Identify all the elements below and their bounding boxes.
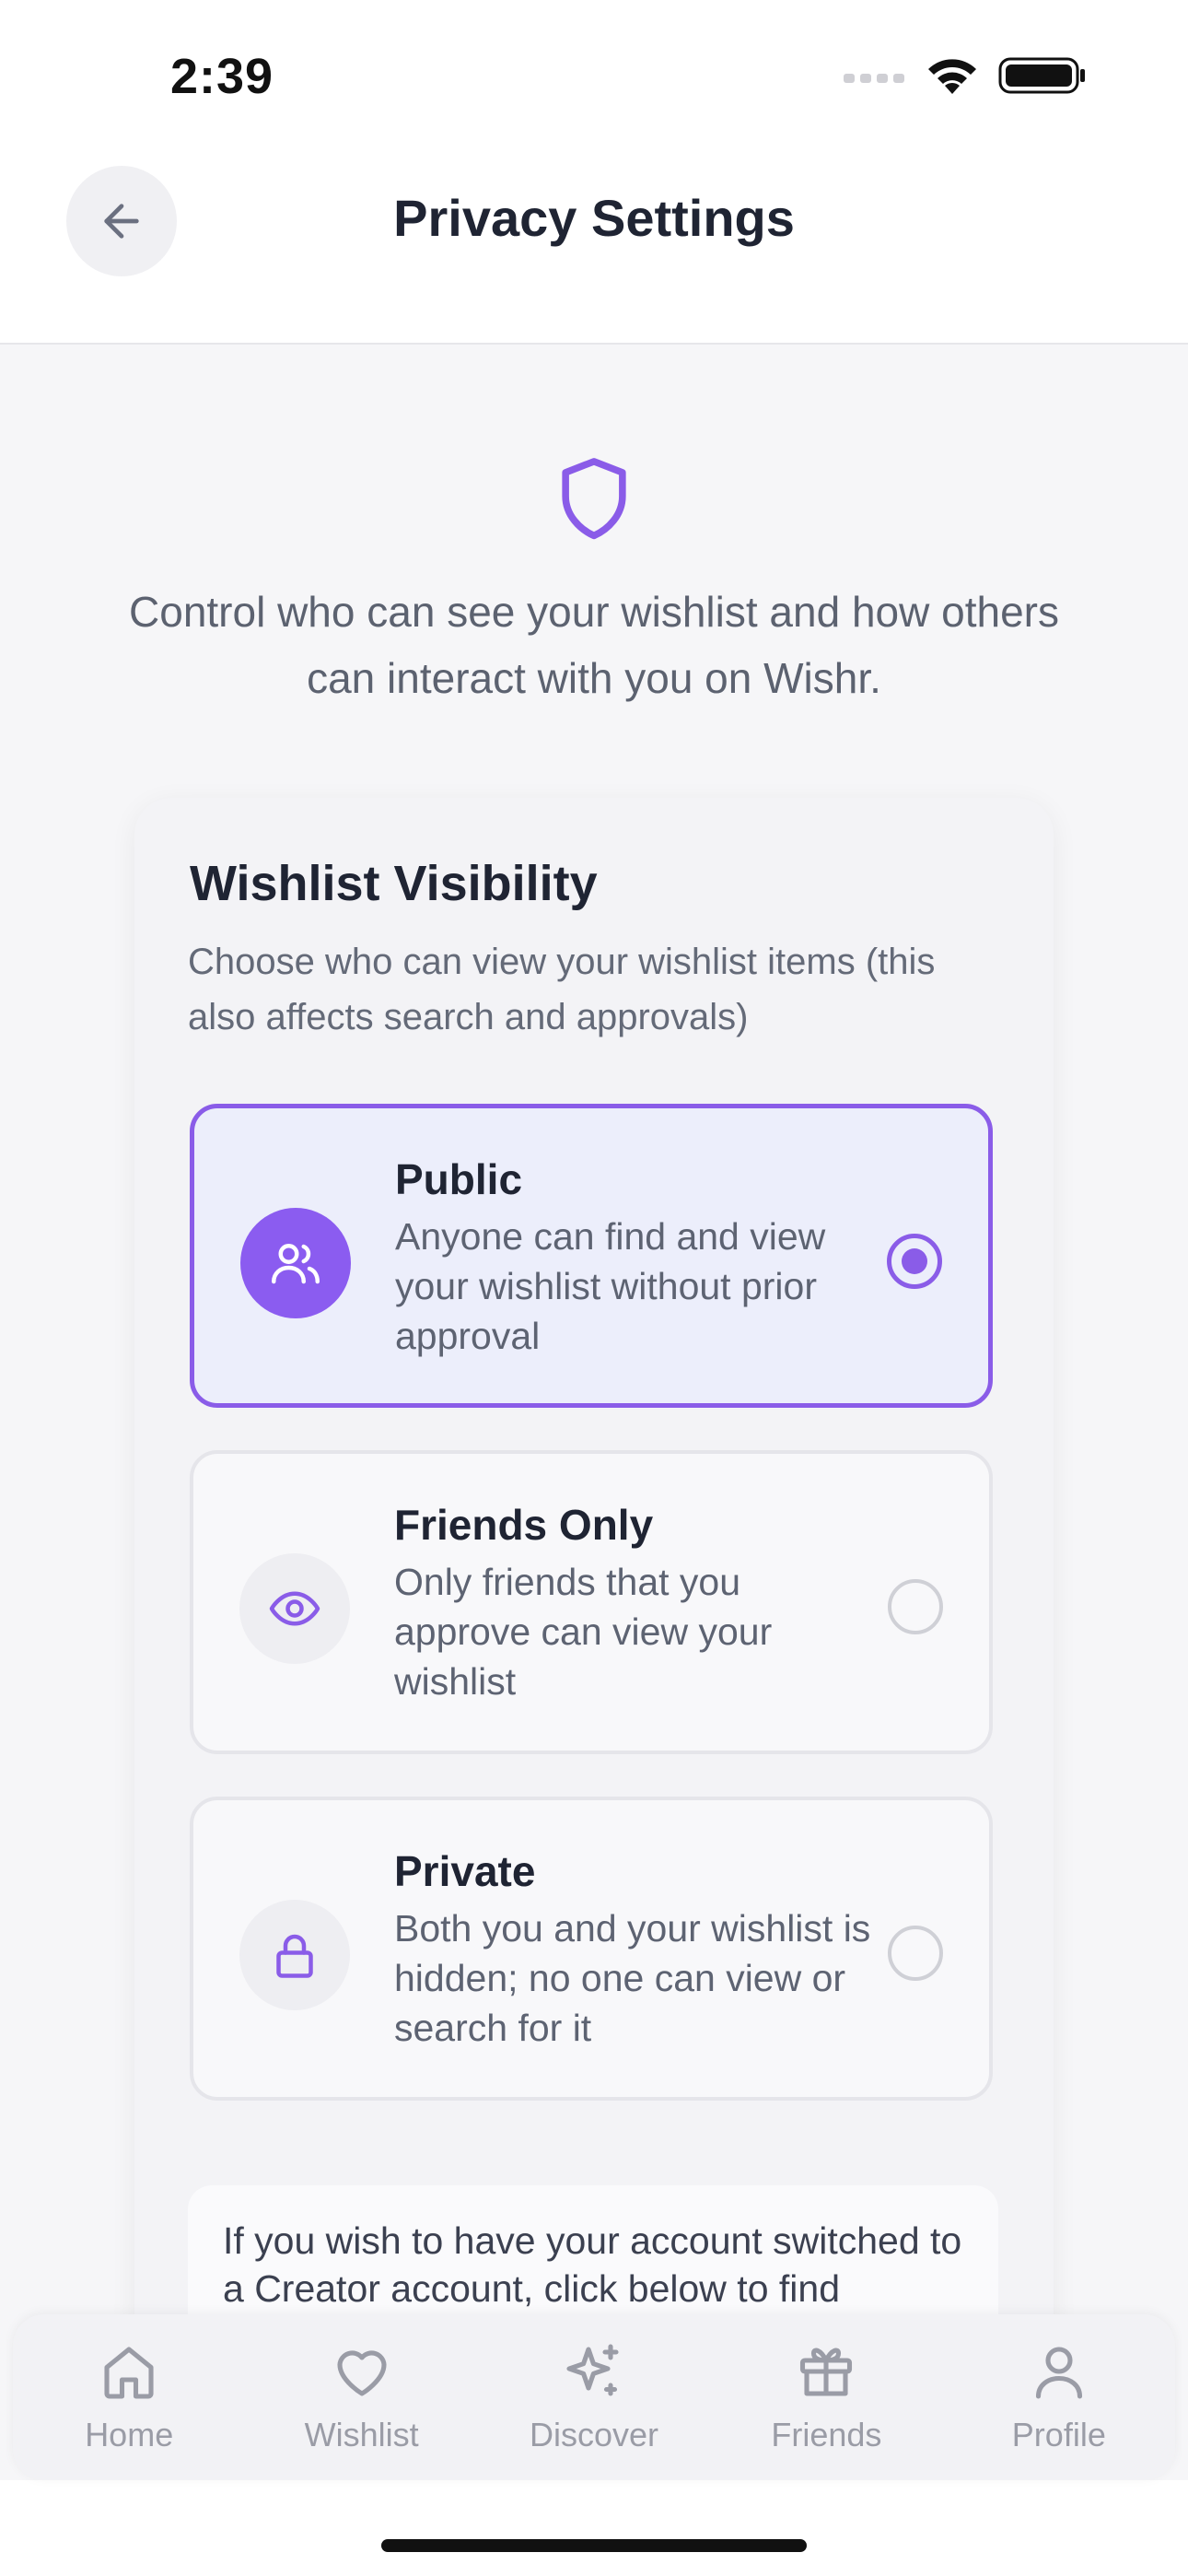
radio-friends-only[interactable] (888, 1579, 943, 1634)
tab-home[interactable]: Home (13, 2314, 245, 2480)
option-title: Friends Only (394, 1501, 654, 1549)
tab-wishlist[interactable]: Wishlist (245, 2314, 477, 2480)
option-icon (239, 1900, 350, 2010)
wifi-icon (928, 59, 976, 94)
option-description: Only friends that you approve can view y… (394, 1561, 773, 1703)
battery-icon (998, 57, 1085, 94)
person-icon (1035, 2347, 1082, 2399)
status-icons (844, 55, 1087, 96)
option-description: Both you and your wishlist is hidden; no… (394, 1907, 871, 2049)
radio-private[interactable] (888, 1926, 943, 1981)
gift-icon (800, 2348, 853, 2396)
visibility-card: Wishlist Visibility Choose who can view … (134, 798, 1054, 2370)
intro-text: Control who can see your wishlist and ho… (129, 588, 1059, 702)
tab-profile[interactable]: Profile (943, 2314, 1175, 2480)
heart-icon (337, 2350, 387, 2396)
home-icon (104, 2347, 154, 2399)
tab-label: Wishlist (304, 2416, 419, 2453)
shield-icon (562, 458, 626, 540)
tab-label: Profile (1011, 2416, 1106, 2453)
status-time: 2:39 (170, 49, 274, 104)
users-icon (272, 1244, 320, 1284)
option-description: Anyone can find and view your wishlist w… (395, 1215, 826, 1357)
lock-icon (276, 1934, 313, 1978)
eye-icon (269, 1591, 320, 1626)
tab-label: Friends (771, 2416, 882, 2453)
option-public[interactable]: Public Anyone can find and view your wis… (190, 1104, 993, 1408)
section-title: Wishlist Visibility (190, 856, 598, 911)
tab-friends[interactable]: Friends (710, 2314, 942, 2480)
option-private[interactable]: Private Both you and your wishlist is hi… (190, 1797, 993, 2101)
section-description: Choose who can view your wishlist items … (188, 942, 936, 1037)
home-indicator (381, 2539, 807, 2552)
option-icon (239, 1553, 350, 1664)
radio-public[interactable] (887, 1234, 942, 1289)
tab-label: Discover (530, 2416, 659, 2453)
tab-label: Home (85, 2416, 174, 2453)
signal-icon (844, 74, 904, 83)
option-title: Public (395, 1155, 523, 1203)
tab-bar: Home Wishlist Discover Friends Profile (13, 2314, 1175, 2480)
status-bar: 2:39 (0, 0, 1188, 147)
bottom-safe-area (0, 2480, 1188, 2576)
option-friends-only[interactable]: Friends Only Only friends that you appro… (190, 1450, 993, 1754)
option-title: Private (394, 1847, 536, 1895)
option-icon (240, 1208, 351, 1318)
tab-discover[interactable]: Discover (478, 2314, 710, 2480)
page-title: Privacy Settings (393, 189, 795, 247)
sparkles-icon (566, 2344, 619, 2396)
header: Privacy Settings (0, 147, 1188, 345)
creator-info-text: If you wish to have your account switche… (223, 2219, 962, 2310)
